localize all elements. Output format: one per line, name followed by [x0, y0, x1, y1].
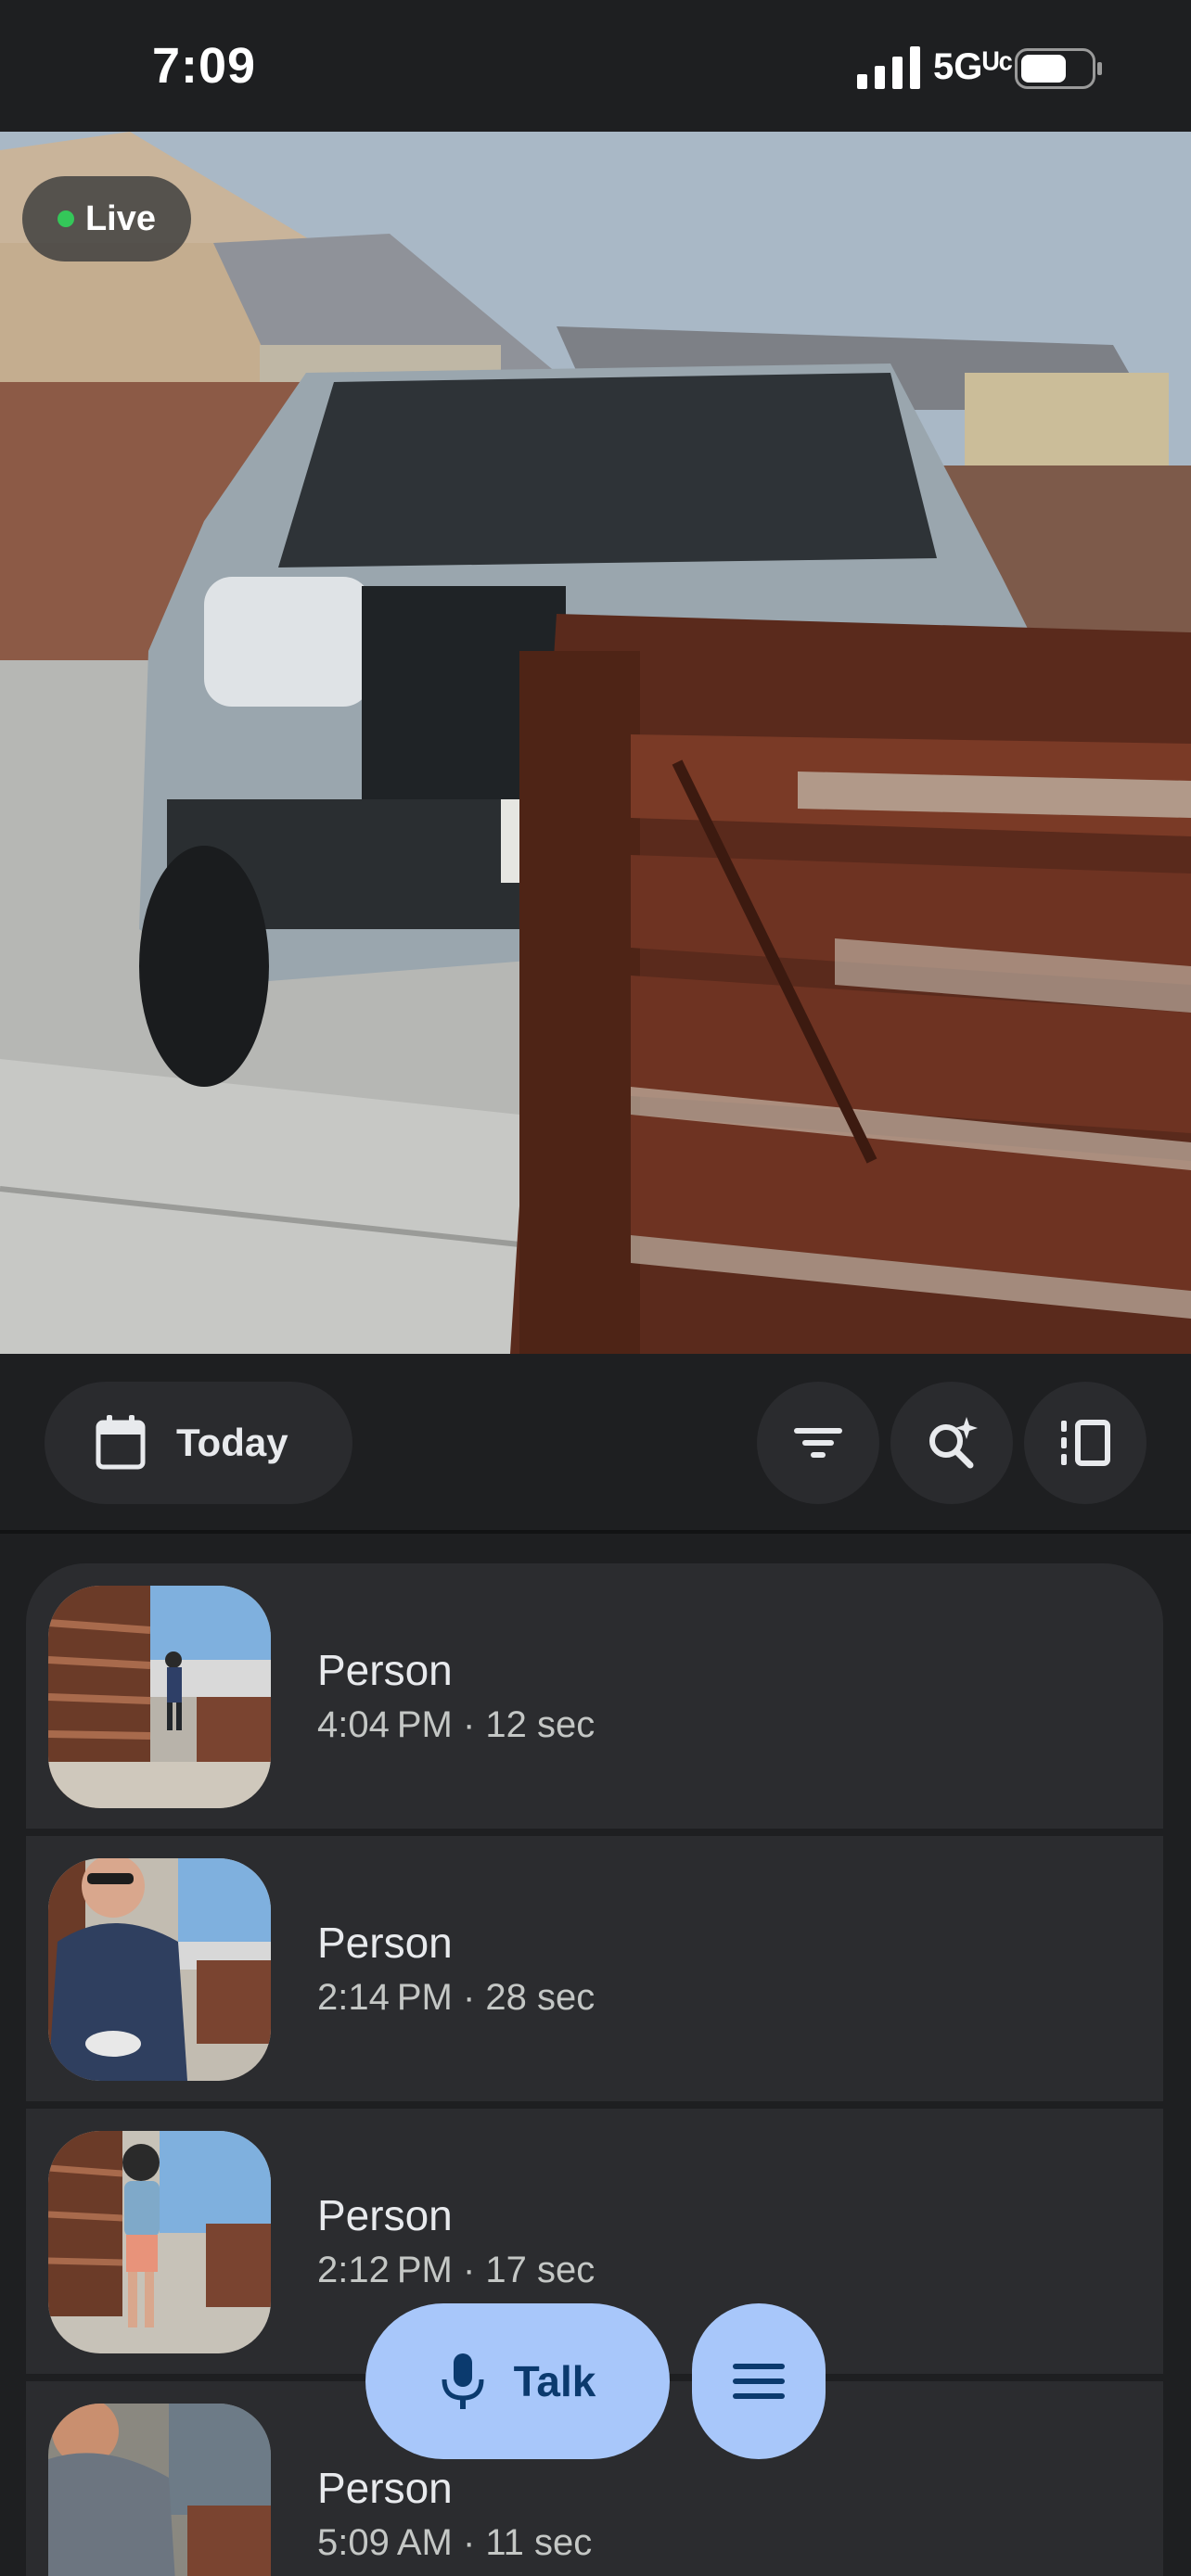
filter-icon: [794, 1428, 842, 1458]
cellular-signal-icon: [857, 46, 920, 89]
toolbar-divider: [0, 1530, 1191, 1534]
ai-search-icon: [929, 1417, 978, 1469]
date-picker-chip[interactable]: Today: [45, 1382, 352, 1504]
date-label: Today: [176, 1421, 288, 1464]
event-thumbnail: [48, 1586, 271, 1808]
calendar-icon: [96, 1415, 146, 1470]
hamburger-menu-icon: [733, 2364, 785, 2399]
event-title: Person: [317, 1646, 453, 1694]
event-thumbnail: [48, 1858, 271, 2081]
event-time-duration: 5:09 AM · 11 sec: [317, 2522, 593, 2563]
timeline-toolbar: Today: [0, 1354, 1191, 1532]
filter-button[interactable]: [757, 1382, 879, 1504]
microphone-icon: [442, 2353, 484, 2409]
live-label: Live: [84, 198, 157, 238]
ai-search-button[interactable]: [890, 1382, 1013, 1504]
event-time-duration: 2:12 PM · 17 sec: [317, 2250, 596, 2290]
timeline-layout-icon: [1061, 1420, 1110, 1466]
event-time-duration: 2:14 PM · 28 sec: [317, 1977, 596, 2018]
event-time-duration: 4:04 PM · 12 sec: [317, 1704, 596, 1745]
event-title: Person: [317, 2191, 453, 2239]
event-title: Person: [317, 2464, 453, 2512]
event-thumbnail: [48, 2404, 271, 2576]
status-time: 7:09: [152, 38, 257, 94]
live-badge: Live: [22, 176, 191, 261]
menu-button[interactable]: [692, 2303, 826, 2459]
layout-toggle-button[interactable]: [1024, 1382, 1146, 1504]
talk-button[interactable]: Talk: [365, 2303, 670, 2459]
event-item[interactable]: Person 2:14 PM · 28 sec: [26, 1836, 1163, 2101]
event-item[interactable]: Person 4:04 PM · 12 sec: [26, 1563, 1163, 1829]
camera-frame-image: [0, 132, 1191, 1354]
live-indicator-dot: [57, 210, 74, 227]
event-title: Person: [317, 1919, 453, 1967]
network-indicator: 5Gᵁᶜ: [933, 46, 1013, 87]
status-bar: 7:09 5Gᵁᶜ: [0, 0, 1191, 132]
live-camera-feed[interactable]: Live: [0, 132, 1191, 1354]
talk-label: Talk: [513, 2357, 596, 2405]
event-thumbnail: [48, 2131, 271, 2353]
battery-icon: [1015, 48, 1102, 89]
